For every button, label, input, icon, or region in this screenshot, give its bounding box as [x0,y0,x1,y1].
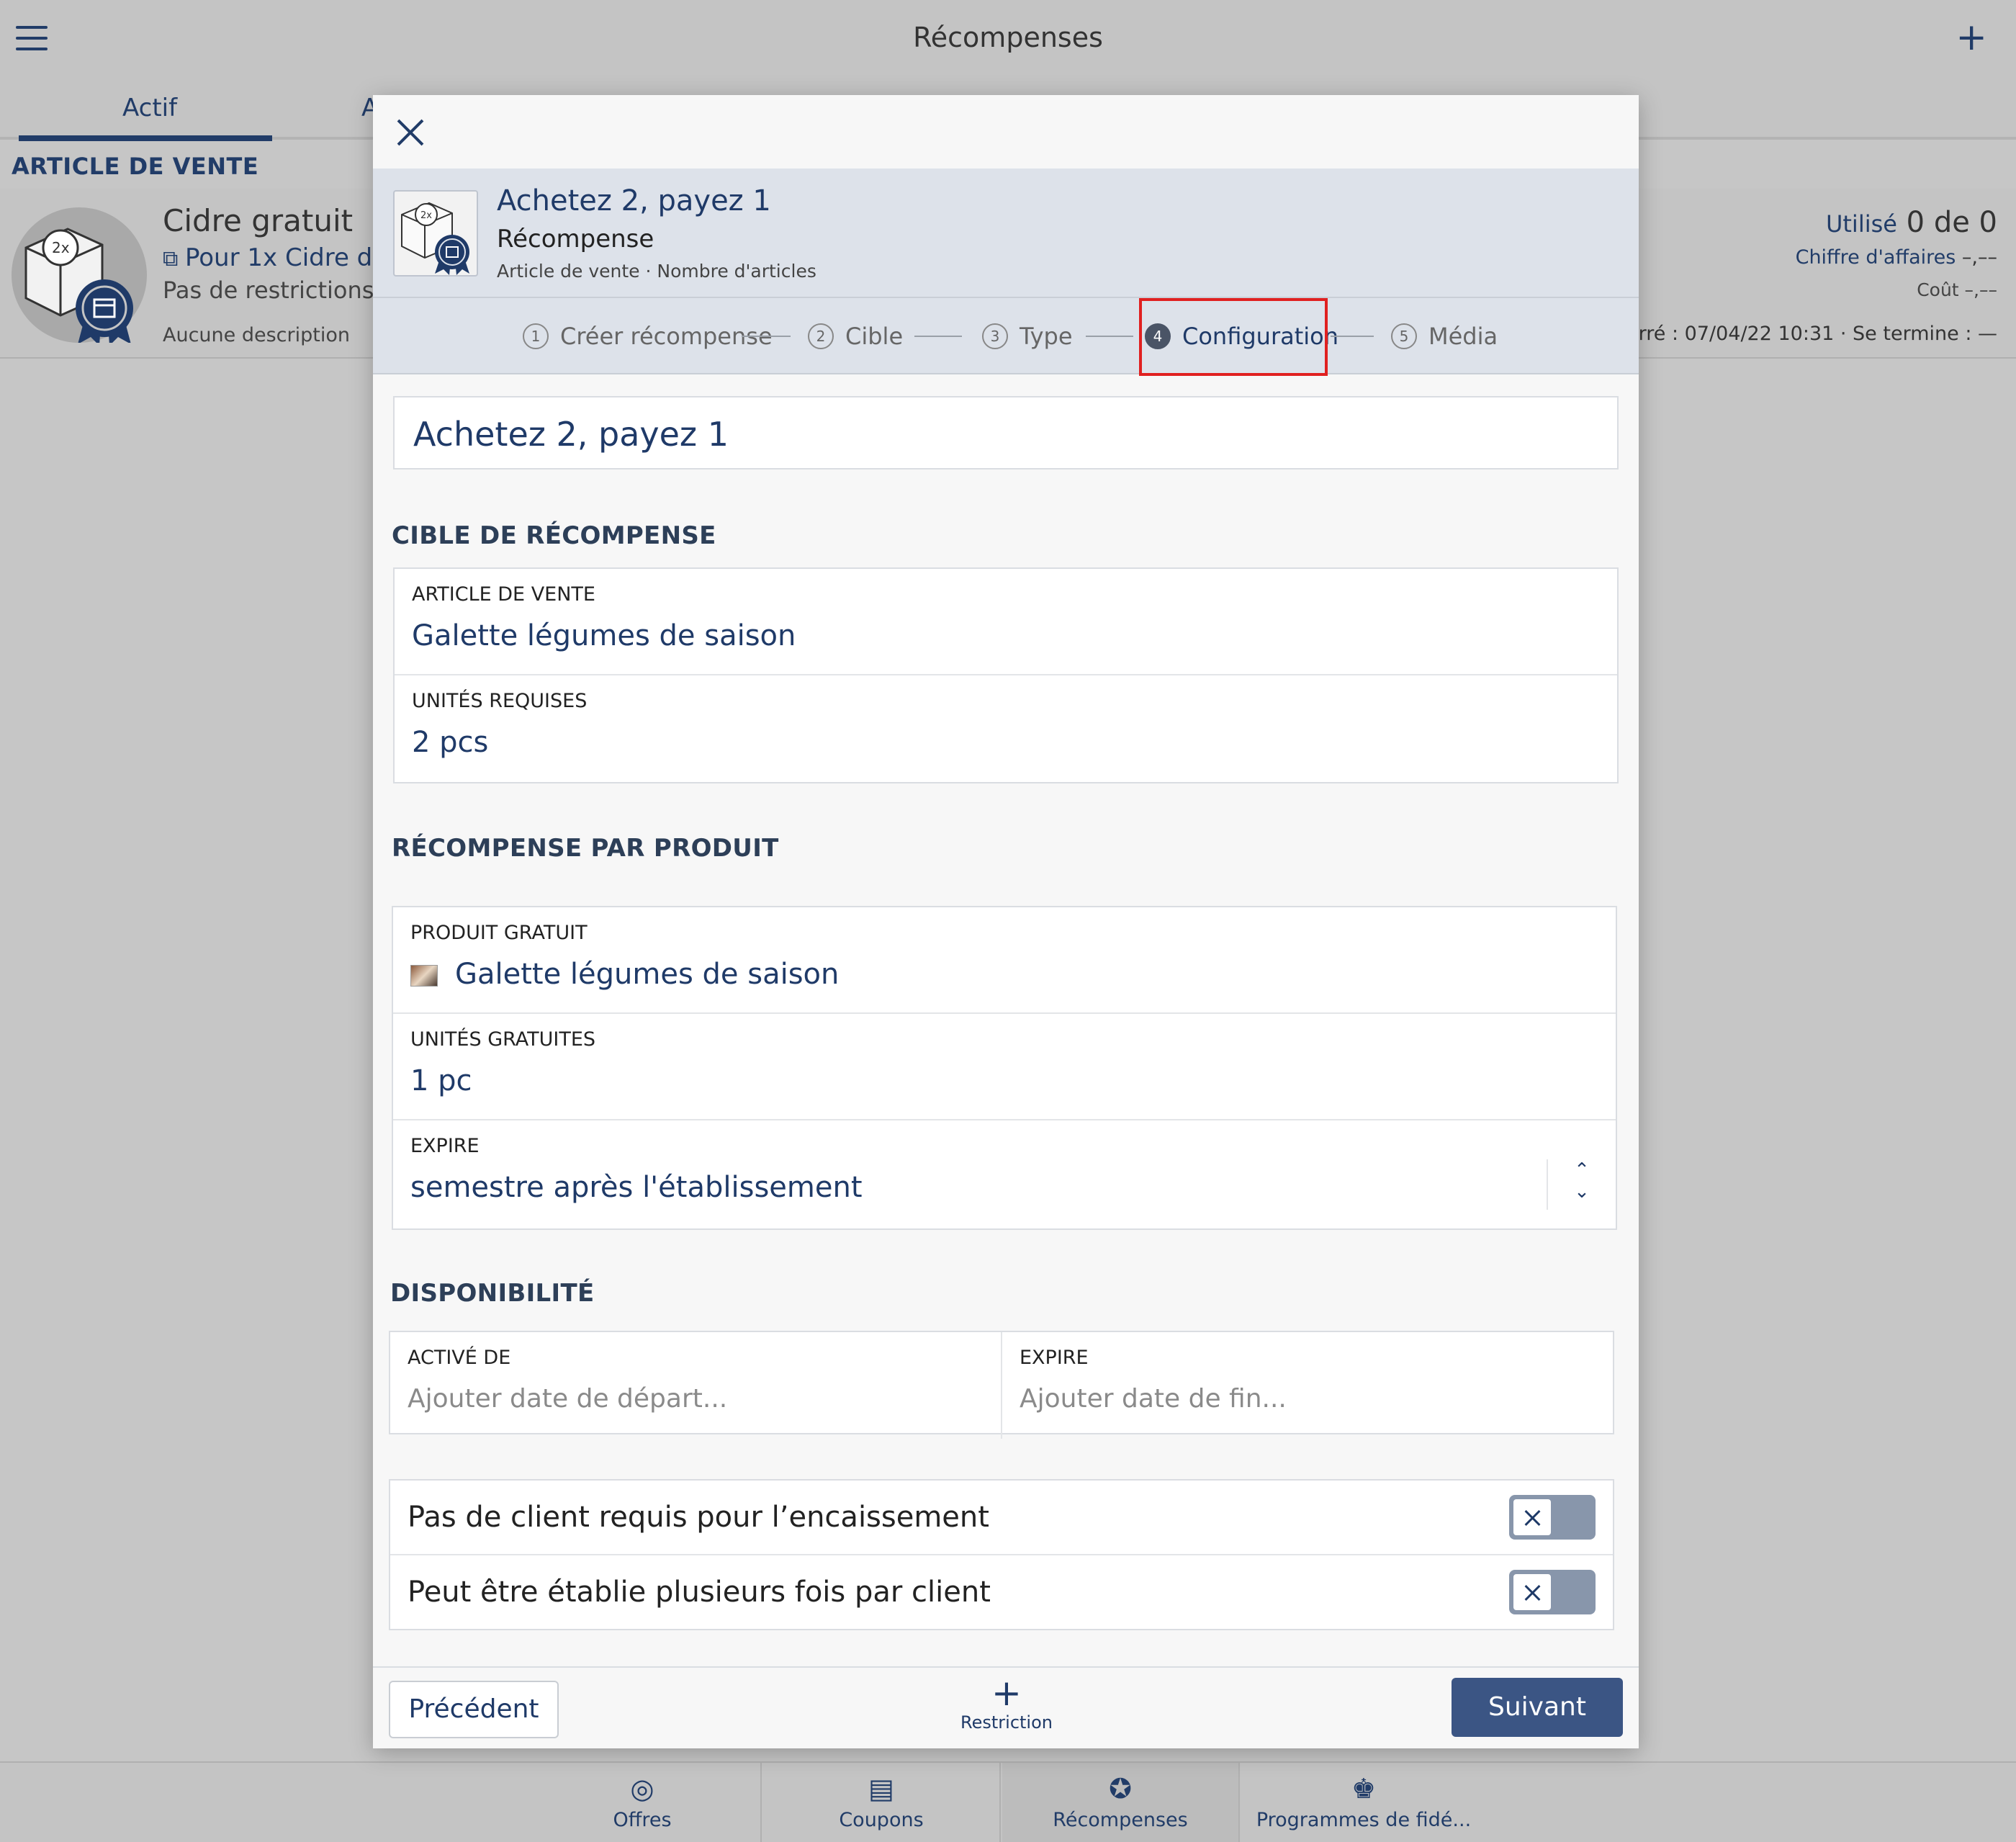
top-app-bar: Récompenses + [0,0,2016,78]
product-card: PRODUIT GRATUIT Galette légumes de saiso… [392,906,1617,1230]
award-icon: ✪ [1109,1773,1132,1805]
step-connector [1331,336,1374,337]
step-target[interactable]: 2 Cible [808,323,903,350]
no-customer-required-toggle[interactable] [1509,1495,1596,1540]
reward-cost: Coût –,–– [1917,279,1997,300]
reward-title: Cidre gratuit [163,203,354,238]
tab-active[interactable]: Actif [122,94,177,122]
reward-restrictions: Pas de restrictions [163,277,374,304]
step-connector [742,336,791,337]
step-media[interactable]: 5 Média [1391,323,1498,350]
availability-section-title: DISPONIBILITÉ [390,1279,595,1308]
nav-loyalty-programs[interactable]: ♚ Programmes de fidé... [1241,1763,1486,1842]
nav-coupons[interactable]: ▤ Coupons [763,1763,1001,1842]
step-connector [914,336,962,337]
reward-wizard-modal: 2x Achetez 2, payez 1 Récompense Article… [373,95,1639,1748]
next-button[interactable]: Suivant [1452,1678,1623,1737]
required-units-field[interactable]: UNITÉS REQUISES 2 pcs [395,675,1617,782]
list-section-label: ARTICLE DE VENTE [12,153,259,180]
box-award-icon: 2x [401,202,469,275]
options-card: Pas de client requis pour l’encaissement… [389,1479,1614,1630]
close-icon [1512,1498,1552,1537]
expire-date-field[interactable]: EXPIRE Ajouter date de fin... [1001,1332,1613,1439]
no-customer-required-row: Pas de client requis pour l’encaissement [390,1481,1613,1555]
active-step-highlight [1139,298,1328,376]
reward-thumbnail: 2x [393,190,478,277]
target-section-title: CIBLE DE RÉCOMPENSE [392,521,716,550]
free-units-field[interactable]: UNITÉS GRATUITES 1 pc [393,1014,1616,1120]
product-section-title: RÉCOMPENSE PAR PRODUIT [392,834,779,863]
close-icon [1512,1573,1552,1612]
nav-offers[interactable]: ◎ Offres [524,1763,762,1842]
plus-icon: + [991,1672,1022,1714]
reward-revenue: Chiffre d'affaires –,–– [1795,246,1997,269]
reward-used: Utilisé 0 de 0 [1825,206,1997,239]
product-thumbnail [410,965,438,987]
active-tab-indicator [19,135,272,141]
add-reward-plus-icon[interactable]: + [1956,16,1987,59]
modal-header [373,95,1639,169]
modal-footer: Précédent + Restriction Suivant [373,1666,1639,1748]
nav-rewards[interactable]: ✪ Récompenses [1002,1763,1240,1842]
reward-summary: 2x Achetez 2, payez 1 Récompense Article… [373,169,1639,298]
page-title: Récompenses [913,22,1103,53]
expire-select[interactable]: EXPIRE semestre après l'établissement ⌃ ⌄ [393,1120,1616,1227]
summary-subtitle: Récompense [497,225,654,253]
bottom-nav: ◎ Offres ▤ Coupons ✪ Récompenses ♚ Progr… [0,1761,2016,1842]
svg-text:2x: 2x [420,210,432,221]
coupon-icon: ▤ [868,1773,894,1805]
add-restriction-button[interactable]: + Restriction [920,1675,1093,1733]
previous-button[interactable]: Précédent [389,1681,559,1738]
cube-icon: ⧉ [163,246,185,271]
step-connector [1086,336,1133,337]
summary-title: Achetez 2, payez 1 [497,184,771,217]
chevron-up-down-icon[interactable]: ⌃ ⌄ [1547,1159,1616,1210]
percent-badge-icon: ◎ [630,1773,654,1805]
loyalty-person-icon: ♚ [1351,1773,1377,1805]
reward-dates: Démarré : 07/04/22 10:31 · Se termine : … [1580,323,1997,345]
summary-meta: Article de vente · Nombre d'articles [497,261,816,282]
multiple-per-customer-row: Peut être établie plusieurs fois par cli… [390,1555,1613,1630]
multiple-per-customer-toggle[interactable] [1509,1570,1596,1614]
target-card: ARTICLE DE VENTE Galette légumes de sais… [393,567,1619,783]
active-from-field[interactable]: ACTIVÉ DE Ajouter date de départ... [390,1332,1001,1439]
reward-target: ⧉ Pour 1x Cidre dou [163,243,403,272]
reward-avatar: 2x [12,207,147,346]
step-type[interactable]: 3 Type [982,323,1073,350]
availability-card: ACTIVÉ DE Ajouter date de départ... EXPI… [389,1331,1614,1439]
box-award-icon: 2x [24,228,133,346]
reward-name-input[interactable]: Achetez 2, payez 1 [393,396,1619,470]
close-icon[interactable] [393,115,428,150]
target-article-field[interactable]: ARTICLE DE VENTE Galette légumes de sais… [395,569,1617,675]
step-create-reward[interactable]: 1 Créer récompense [523,323,773,350]
svg-text:2x: 2x [52,239,70,256]
free-product-field[interactable]: PRODUIT GRATUIT Galette légumes de saiso… [393,907,1616,1014]
reward-description: Aucune description [163,324,350,346]
wizard-stepper: 1 Créer récompense 2 Cible 3 Type 4 Configur… [373,298,1639,376]
